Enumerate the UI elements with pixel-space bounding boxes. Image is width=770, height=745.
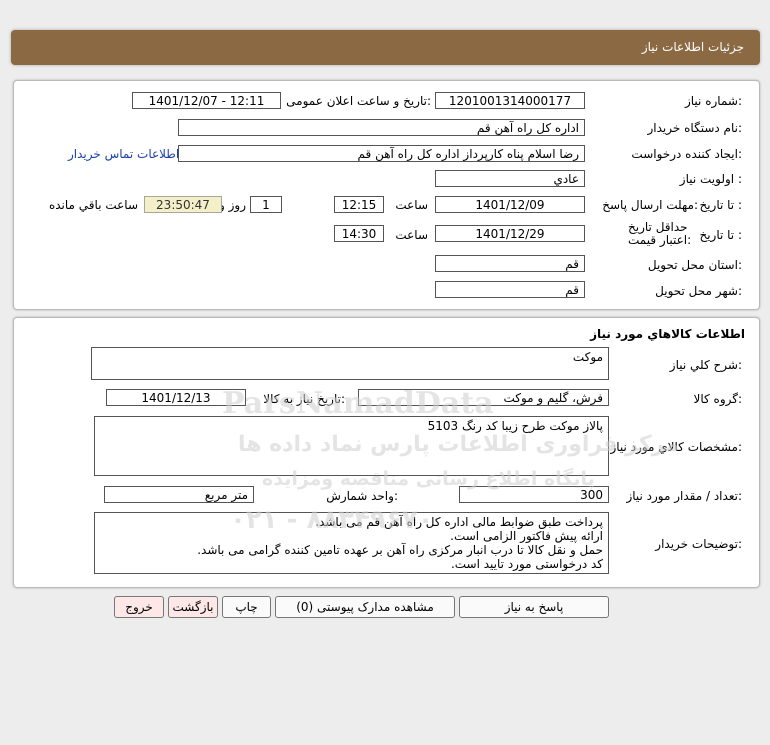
print-button[interactable]: چاپ bbox=[222, 596, 271, 618]
days-remaining-field: 1 bbox=[250, 196, 282, 213]
announce-label: تاریخ و ساعت اعلان عمومی: bbox=[286, 94, 431, 108]
deadline-time-field: 12:15 bbox=[334, 196, 384, 213]
buyer-org-label: نام دستگاه خریدار: bbox=[647, 121, 743, 135]
time-remaining-field: 23:50:47 bbox=[144, 196, 222, 213]
page-header: جزئیات اطلاعات نیاز bbox=[11, 30, 760, 65]
days-label: روز و bbox=[219, 198, 246, 212]
buyer-contact-link[interactable]: اطلاعات تماس خریدار bbox=[68, 147, 179, 161]
general-desc-label: شرح کلي نياز: bbox=[669, 358, 742, 372]
unit-field: متر مربع bbox=[104, 486, 254, 503]
creator-label: ایجاد کننده درخواست: bbox=[631, 147, 742, 161]
validity-time-label: ساعت bbox=[395, 228, 428, 242]
attachments-button[interactable]: مشاهده مدارک پیوستی (0) bbox=[275, 596, 455, 618]
province-field: قم bbox=[435, 255, 585, 272]
general-desc-field: موکت bbox=[91, 347, 609, 380]
buyer-note-line: حمل و نقل کالا تا درب انبار مرکزی راه آه… bbox=[197, 543, 603, 557]
spec-label: مشخصات کالاي مورد نياز: bbox=[610, 440, 742, 454]
priority-label: اولویت نیاز : bbox=[679, 172, 742, 186]
validity-time-field: 14:30 bbox=[334, 225, 384, 242]
validity-label: حداقل تاریخ اعتبار قیمت: bbox=[628, 221, 698, 247]
buyer-note-line: پرداخت طبق ضوابط مالی اداره کل راه آهن ق… bbox=[315, 515, 603, 529]
deadline-label: مهلت ارسال پاسخ: bbox=[602, 198, 698, 212]
page-title: جزئیات اطلاعات نیاز bbox=[641, 40, 744, 54]
city-field: قم bbox=[435, 281, 585, 298]
back-button[interactable]: بازگشت bbox=[168, 596, 218, 618]
need-number-field: 1201001314000177 bbox=[435, 92, 585, 109]
announce-field: 1401/12/07 - 12:11 bbox=[132, 92, 281, 109]
buyer-org-field: اداره کل راه آهن قم bbox=[178, 119, 585, 136]
goods-group-field: فرش، گلیم و موکت bbox=[358, 389, 609, 406]
priority-field: عادي bbox=[435, 170, 585, 187]
goods-panel-title: اطلاعات کالاهاي مورد نياز bbox=[590, 327, 745, 341]
validity-to-date-label: تا تاریخ : bbox=[699, 228, 742, 242]
time-remaining-label: ساعت باقي مانده bbox=[48, 198, 138, 212]
reply-button[interactable]: پاسخ به نیاز bbox=[459, 596, 609, 618]
buyer-note-line: ارائه پیش فاکتور الزامی است. bbox=[450, 529, 603, 543]
deadline-time-label: ساعت bbox=[395, 198, 428, 212]
buyer-notes-field: پرداخت طبق ضوابط مالی اداره کل راه آهن ق… bbox=[94, 512, 609, 574]
unit-label: واحد شمارش: bbox=[326, 489, 398, 503]
buyer-note-line: کد درخواستی مورد تایید است. bbox=[450, 557, 603, 571]
need-number-label: شماره نیاز: bbox=[684, 94, 742, 108]
creator-field: رضا اسلام پناه کارپرداز اداره کل راه آهن… bbox=[178, 145, 585, 162]
city-label: شهر محل تحویل: bbox=[655, 284, 742, 298]
validity-date-field: 1401/12/29 bbox=[435, 225, 585, 242]
buyer-notes-label: توضیحات خریدار: bbox=[655, 537, 742, 551]
need-info-panel bbox=[13, 80, 760, 310]
goods-group-label: گروه کالا: bbox=[693, 392, 743, 406]
need-date-label: تاریخ نیاز به کالا: bbox=[263, 392, 345, 406]
validity-label-text: حداقل تاریخ اعتبار قیمت: bbox=[628, 220, 692, 247]
deadline-to-date-label: تا تاریخ : bbox=[699, 198, 742, 212]
deadline-date-field: 1401/12/09 bbox=[435, 196, 585, 213]
exit-button[interactable]: خروج bbox=[114, 596, 164, 618]
need-date-field: 1401/12/13 bbox=[106, 389, 246, 406]
quantity-field: 300 bbox=[459, 486, 609, 503]
spec-field: پالاز موکت طرح زیبا کد رنگ 5103 bbox=[94, 416, 609, 476]
province-label: استان محل تحویل: bbox=[647, 258, 742, 272]
quantity-label: تعداد / مقدار مورد نیاز: bbox=[626, 489, 742, 503]
